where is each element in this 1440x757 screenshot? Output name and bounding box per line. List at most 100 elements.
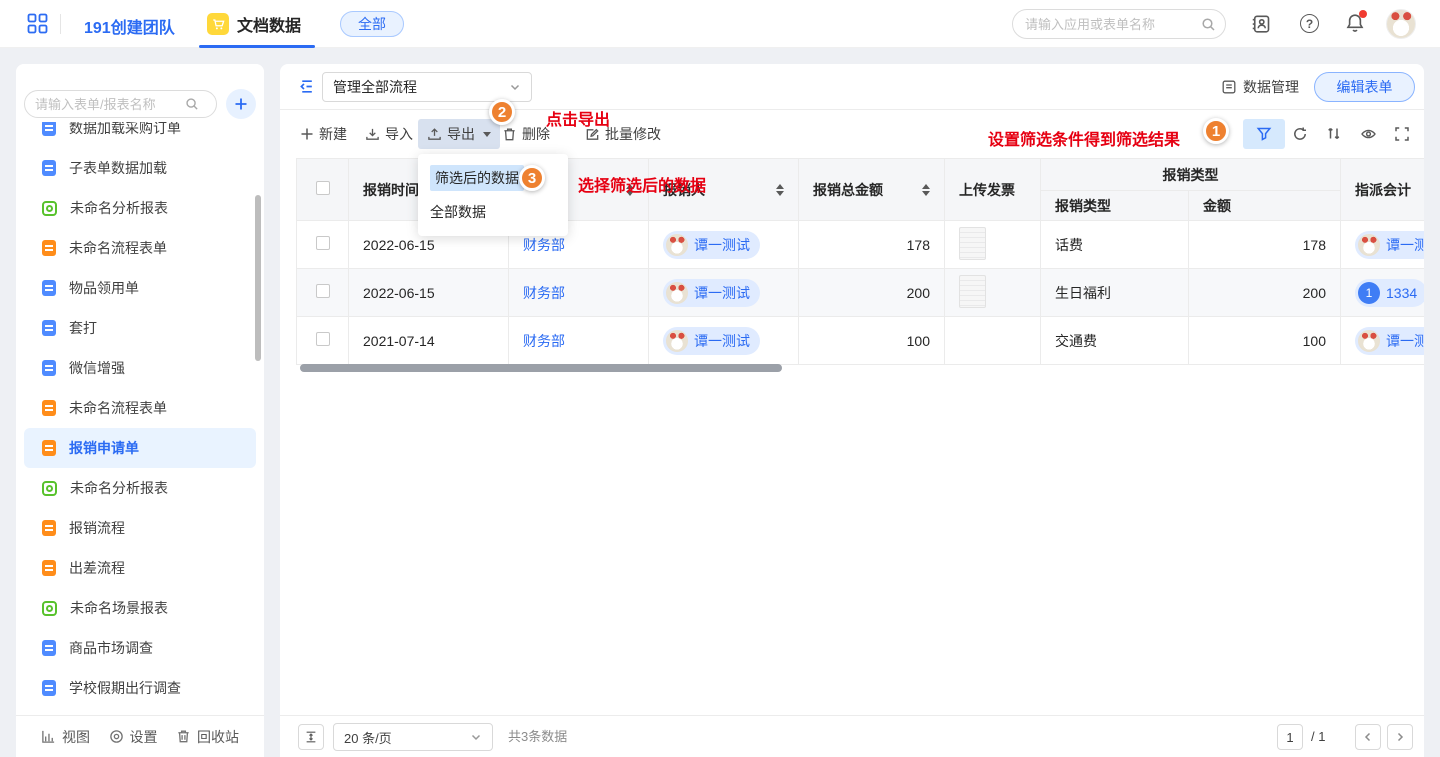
user-avatar[interactable] [1386, 9, 1416, 39]
table-toolbar: 新建 导入 导出 删除 批量修改 [280, 110, 1424, 158]
sidebar-item[interactable]: 商品市场调查 [24, 628, 256, 668]
doc-icon [42, 240, 56, 256]
sidebar-item[interactable]: 未命名分析报表 [24, 188, 256, 228]
data-manage-icon [1221, 79, 1237, 95]
delete-button[interactable]: 删除 [502, 123, 550, 145]
user-chip[interactable]: 谭一测试 [663, 231, 760, 259]
row-checkbox[interactable] [316, 236, 330, 250]
trash-icon [502, 127, 517, 142]
sort-icon[interactable] [776, 184, 784, 196]
collapse-sidebar-icon[interactable] [298, 78, 315, 95]
sidebar-item[interactable]: 数据加载采购订单 [24, 122, 256, 148]
user-chip-label: 谭一测试 [694, 235, 750, 255]
sidebar-item-label: 出差流程 [69, 558, 125, 578]
current-page-box[interactable]: 1 [1277, 724, 1303, 750]
sidebar-item[interactable]: 出差流程 [24, 548, 256, 588]
col-header-accountant-label: 指派会计 [1355, 182, 1411, 198]
new-record-label: 新建 [319, 124, 347, 144]
col-header-invoice[interactable]: 上传发票 [945, 159, 1041, 221]
cell-applicant: 谭一测试 [649, 221, 799, 269]
col-header-time-label: 报销时间 [363, 182, 419, 198]
plus-icon [300, 127, 314, 141]
cell-type: 交通费 [1041, 317, 1189, 365]
sidebar-item[interactable]: 未命名流程表单 [24, 388, 256, 428]
sidebar-search [24, 90, 217, 118]
sidebar-item[interactable]: 物品领用单 [24, 268, 256, 308]
horizontal-scrollbar[interactable] [300, 364, 782, 372]
user-chip[interactable]: 谭一测试 [1355, 231, 1424, 259]
user-chip[interactable]: 谭一测试 [663, 279, 760, 307]
sidebar-item[interactable]: 套打 [24, 308, 256, 348]
doc-icon [42, 440, 56, 456]
select-all-checkbox[interactable] [316, 181, 330, 195]
apps-grid-icon[interactable] [27, 13, 48, 34]
filter-button[interactable] [1243, 119, 1285, 149]
sort-order-icon[interactable] [1326, 125, 1342, 142]
menu-item-filtered-data[interactable]: 筛选后的数据 [418, 161, 568, 195]
col-header-amount[interactable]: 金额 [1189, 191, 1341, 221]
export-button[interactable]: 导出 [418, 119, 500, 149]
sidebar-item[interactable]: 学校假期出行调查 [24, 668, 256, 708]
col-group-type-label: 报销类型 [1163, 167, 1219, 183]
dept-link[interactable]: 财务部 [523, 237, 565, 253]
sidebar-scrollbar[interactable] [255, 195, 261, 361]
sidebar-item[interactable]: 未命名场景报表 [24, 588, 256, 628]
dept-link[interactable]: 财务部 [523, 285, 565, 301]
row-checkbox[interactable] [316, 332, 330, 346]
search-icon[interactable] [1201, 17, 1216, 32]
refresh-icon[interactable] [1292, 126, 1308, 142]
notifications-bell-icon[interactable] [1345, 12, 1365, 34]
fullscreen-icon[interactable] [1394, 126, 1410, 142]
cell-accountant: 谭一测试 [1341, 317, 1425, 365]
sidebar-item[interactable]: 报销流程 [24, 508, 256, 548]
col-header-total[interactable]: 报销总金额 [799, 159, 945, 221]
row-checkbox[interactable] [316, 284, 330, 298]
show-hide-columns-eye-icon[interactable] [1360, 126, 1377, 142]
flow-scope-select[interactable]: 管理全部流程 [322, 72, 532, 102]
user-chip[interactable]: 谭一测试 [663, 327, 760, 355]
import-button[interactable]: 导入 [365, 123, 413, 145]
tab-doc-data[interactable]: 文档数据 [207, 12, 301, 36]
sidebar-search-icon[interactable] [185, 97, 199, 111]
row-select-cell [297, 269, 349, 317]
invoice-thumbnail[interactable] [959, 275, 986, 308]
user-chip[interactable]: 11334 [1355, 279, 1424, 307]
views-button[interactable]: 视图 [41, 727, 90, 747]
cell-dept: 财务部 [509, 317, 649, 365]
sidebar-item[interactable]: 微信增强 [24, 348, 256, 388]
dept-link[interactable]: 财务部 [523, 333, 565, 349]
col-header-type[interactable]: 报销类型 [1041, 191, 1189, 221]
address-book-icon[interactable] [1251, 14, 1271, 34]
user-chip[interactable]: 谭一测试 [1355, 327, 1424, 355]
edit-form-button[interactable]: 编辑表单 [1314, 72, 1415, 102]
menu-item-all-data[interactable]: 全部数据 [418, 195, 568, 229]
scope-filter-pill[interactable]: 全部 [340, 11, 404, 37]
new-record-button[interactable]: 新建 [300, 123, 347, 145]
invoice-thumbnail[interactable] [959, 227, 986, 260]
sidebar-item[interactable]: 未命名流程表单 [24, 228, 256, 268]
doc-icon [42, 160, 56, 176]
col-header-accountant[interactable]: 指派会计 [1341, 159, 1425, 221]
sidebar-item-label: 报销申请单 [69, 438, 139, 458]
prev-page-button[interactable] [1355, 724, 1381, 750]
sidebar-item[interactable]: 子表单数据加载 [24, 148, 256, 188]
cell-applicant: 谭一测试 [649, 269, 799, 317]
table-row[interactable]: 2022-06-15 财务部 谭一测试 200 生日福利 200 11334 [297, 269, 1425, 317]
table-row[interactable]: 2021-07-14 财务部 谭一测试 100 交通费 100 谭一测试 [297, 317, 1425, 365]
global-search-input[interactable] [1025, 17, 1201, 32]
team-name[interactable]: 191创建团队 [84, 14, 175, 38]
recycle-bin-button[interactable]: 回收站 [176, 727, 239, 747]
col-header-amount-label: 金额 [1203, 198, 1231, 214]
help-icon[interactable] [1300, 14, 1319, 33]
sidebar-search-input[interactable] [35, 97, 185, 112]
page-size-select[interactable]: 20 条/页 [333, 723, 493, 751]
sort-icon[interactable] [922, 184, 930, 196]
row-height-button[interactable] [298, 724, 324, 750]
settings-button[interactable]: 设置 [109, 727, 158, 747]
add-form-button[interactable] [226, 89, 256, 119]
sidebar-item[interactable]: 未命名分析报表 [24, 468, 256, 508]
cell-invoice [945, 221, 1041, 269]
data-manage-button[interactable]: 数据管理 [1221, 77, 1299, 97]
next-page-button[interactable] [1387, 724, 1413, 750]
sidebar-item-selected[interactable]: 报销申请单 [24, 428, 256, 468]
